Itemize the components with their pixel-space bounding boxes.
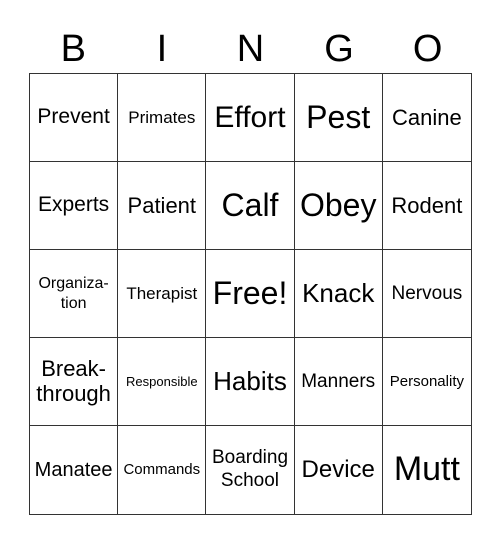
header-letter-o: O (412, 28, 443, 70)
bingo-cell-free-space[interactable]: Free! (206, 250, 295, 338)
bingo-card: Prevent Primates Effort Pest Canine Expe… (29, 73, 472, 515)
header-letter-b: B (60, 28, 86, 70)
bingo-cell[interactable]: Device (295, 426, 383, 514)
bingo-cell[interactable]: Mutt (383, 426, 471, 514)
bingo-cell[interactable]: Rodent (382, 162, 471, 250)
bingo-header: B I N G O (29, 26, 472, 72)
header-letter-n: N (236, 28, 265, 70)
bingo-cell[interactable]: Nervous (382, 250, 471, 338)
bingo-cell[interactable]: Therapist (118, 250, 207, 338)
header-letter-g: G (324, 28, 354, 70)
bingo-cell[interactable]: Boarding School (206, 426, 295, 514)
bingo-cell[interactable]: Primates (118, 74, 207, 162)
bingo-cell[interactable]: Personality (382, 338, 471, 426)
bingo-cell[interactable]: Manatee (30, 426, 119, 514)
bingo-cell[interactable]: Experts (30, 162, 119, 250)
bingo-cell[interactable]: Effort (206, 74, 295, 162)
bingo-cell[interactable]: Break- through (30, 338, 119, 426)
bingo-cell[interactable]: Organiza- tion (30, 250, 119, 338)
header-letter-i: I (156, 28, 168, 70)
bingo-cell[interactable]: Prevent (30, 74, 119, 162)
bingo-cell[interactable]: Pest (294, 74, 383, 162)
bingo-cell[interactable]: Habits (206, 338, 295, 426)
bingo-cell[interactable]: Canine (382, 74, 471, 162)
bingo-cell[interactable]: Patient (118, 162, 207, 250)
bingo-cell[interactable]: Calf (206, 162, 295, 250)
bingo-cell[interactable]: Responsible (118, 338, 207, 426)
bingo-cell[interactable]: Obey (294, 162, 383, 250)
bingo-cell[interactable]: Manners (294, 338, 383, 426)
bingo-cell[interactable]: Knack (294, 250, 383, 338)
bingo-cell[interactable]: Commands (118, 426, 207, 514)
